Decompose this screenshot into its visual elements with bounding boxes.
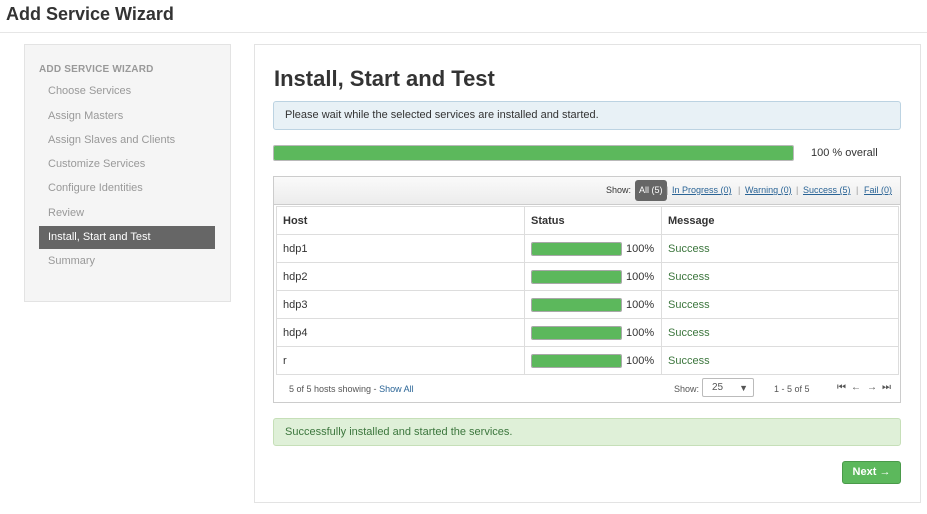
hosts-table: Host Status Message hdp1 100% Success hdp2 1… — [276, 206, 899, 375]
sidebar-item-customize-services[interactable]: Customize Services — [39, 153, 215, 176]
chevron-down-icon: ▼ — [739, 383, 748, 393]
wizard-sidebar: ADD SERVICE WIZARD Choose Services Assig… — [24, 44, 231, 302]
status-cell: 100% — [524, 346, 662, 375]
row-message-link[interactable]: Success — [668, 243, 710, 255]
overall-progress-text: 100 % overall — [811, 147, 878, 159]
host-cell: hdp1 — [276, 234, 525, 263]
table-row: hdp4 100% Success — [276, 318, 899, 347]
next-page-icon[interactable]: → — [867, 382, 877, 393]
hosts-table-body: hdp1 100% Success hdp2 100% Success hdp3 100% Su… — [276, 234, 899, 375]
message-cell: Success — [661, 318, 899, 347]
filter-all-button[interactable]: All (5) — [635, 180, 667, 201]
row-progress-fill — [532, 242, 621, 255]
host-cell: hdp4 — [276, 318, 525, 347]
row-progress-fill — [532, 326, 621, 339]
column-header-status[interactable]: Status — [524, 206, 662, 235]
table-footer: 5 of 5 hosts showing - Show All Show: 25… — [274, 376, 900, 402]
row-progress-percent: 100% — [626, 270, 655, 283]
next-button[interactable]: Next → — [842, 461, 901, 484]
sidebar-item-assign-masters[interactable]: Assign Masters — [39, 105, 215, 128]
first-page-icon[interactable]: ⏮ — [837, 382, 846, 393]
host-cell: hdp3 — [276, 290, 525, 319]
row-message-link[interactable]: Success — [668, 271, 710, 283]
top-bar: Add Service Wizard — [0, 0, 927, 33]
info-alert: Please wait while the selected services … — [273, 101, 901, 130]
page-size-select[interactable]: 25 ▼ — [702, 378, 754, 397]
filter-bar: Show: All (5) | In Progress (0) | Warnin… — [274, 177, 900, 205]
row-progress-percent: 100% — [626, 326, 655, 339]
row-progress-bar — [531, 269, 622, 284]
page-title: Install, Start and Test — [274, 66, 495, 91]
filter-separator: | — [738, 185, 741, 195]
table-row: hdp3 100% Success — [276, 290, 899, 319]
host-cell: r — [276, 346, 525, 375]
message-cell: Success — [661, 346, 899, 375]
filter-show-label: Show: — [606, 185, 632, 195]
filter-separator: | — [666, 185, 669, 195]
host-name[interactable]: hdp2 — [283, 271, 307, 283]
filter-warning-link[interactable]: Warning (0) — [745, 185, 792, 195]
row-progress-fill — [532, 298, 621, 311]
host-cell: hdp2 — [276, 262, 525, 291]
status-cell: 100% — [524, 318, 662, 347]
message-cell: Success — [661, 290, 899, 319]
table-header-row: Host Status Message — [276, 206, 899, 235]
row-progress-fill — [532, 354, 621, 367]
status-cell: 100% — [524, 234, 662, 263]
row-progress-fill — [532, 270, 621, 283]
page-size-label: Show: — [674, 384, 700, 394]
sidebar-item-configure-identities[interactable]: Configure Identities — [39, 177, 215, 200]
overall-progress-bar — [273, 145, 794, 161]
sidebar-header: ADD SERVICE WIZARD — [39, 64, 154, 75]
pagination-range: 1 - 5 of 5 — [774, 384, 810, 394]
row-progress-bar — [531, 325, 622, 340]
overall-progress-fill — [274, 146, 793, 160]
row-progress-percent: 100% — [626, 354, 655, 367]
table-row: hdp1 100% Success — [276, 234, 899, 263]
message-cell: Success — [661, 234, 899, 263]
column-header-message[interactable]: Message — [661, 206, 899, 235]
row-progress-bar — [531, 241, 622, 256]
app-title: Add Service Wizard — [6, 4, 174, 24]
filter-separator: | — [796, 185, 799, 195]
table-row: r 100% Success — [276, 346, 899, 375]
host-name[interactable]: hdp4 — [283, 327, 307, 339]
hosts-showing-count: 5 of 5 hosts showing - — [289, 384, 380, 394]
row-message-link[interactable]: Success — [668, 355, 710, 367]
host-name[interactable]: r — [283, 355, 287, 367]
sidebar-item-assign-slaves[interactable]: Assign Slaves and Clients — [39, 129, 215, 152]
sidebar-item-review[interactable]: Review — [39, 202, 215, 225]
sidebar-item-summary[interactable]: Summary — [39, 250, 215, 273]
filter-separator: | — [856, 185, 859, 195]
last-page-icon[interactable]: ⏭ — [882, 382, 891, 393]
filter-fail-link[interactable]: Fail (0) — [864, 185, 892, 195]
filter-success-link[interactable]: Success (5) — [803, 185, 851, 195]
column-header-host[interactable]: Host — [276, 206, 525, 235]
show-all-link[interactable]: Show All — [379, 384, 414, 394]
sidebar-item-install-start-test[interactable]: Install, Start and Test — [39, 226, 215, 249]
row-message-link[interactable]: Success — [668, 299, 710, 311]
status-cell: 100% — [524, 262, 662, 291]
status-cell: 100% — [524, 290, 662, 319]
filter-in-progress-link[interactable]: In Progress (0) — [672, 185, 732, 195]
hosts-table-container: Show: All (5) | In Progress (0) | Warnin… — [273, 176, 901, 403]
main-panel: Install, Start and Test Please wait whil… — [254, 44, 921, 503]
row-progress-bar — [531, 297, 622, 312]
success-alert: Successfully installed and started the s… — [273, 418, 901, 446]
page-size-value: 25 — [712, 382, 724, 393]
row-progress-percent: 100% — [626, 298, 655, 311]
hosts-showing-text: 5 of 5 hosts showing - Show All — [289, 384, 414, 394]
row-progress-percent: 100% — [626, 242, 655, 255]
host-name[interactable]: hdp1 — [283, 243, 307, 255]
previous-page-icon[interactable]: ← — [851, 382, 861, 393]
row-progress-bar — [531, 353, 622, 368]
row-message-link[interactable]: Success — [668, 327, 710, 339]
table-row: hdp2 100% Success — [276, 262, 899, 291]
host-name[interactable]: hdp3 — [283, 299, 307, 311]
message-cell: Success — [661, 262, 899, 291]
sidebar-item-choose-services[interactable]: Choose Services — [39, 80, 215, 103]
